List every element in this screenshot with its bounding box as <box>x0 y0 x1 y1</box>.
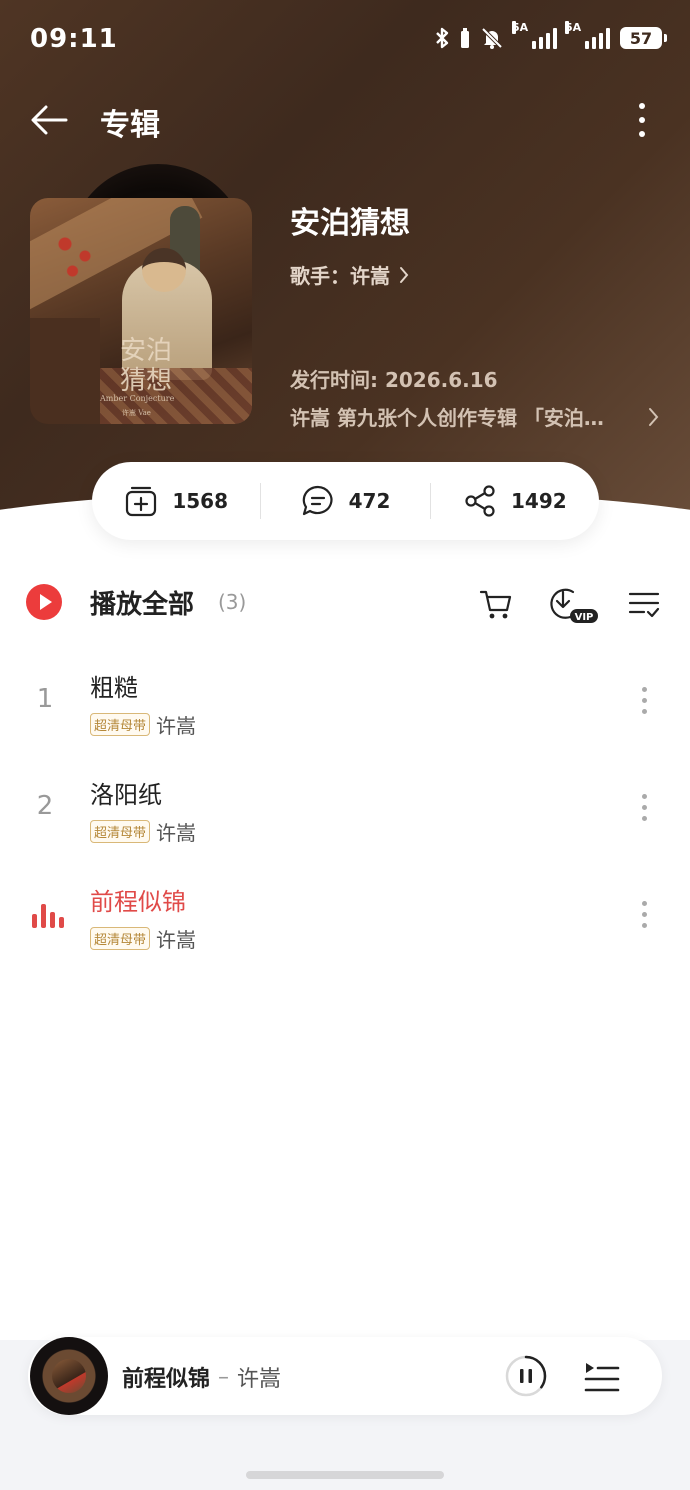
battery-indicator: 57 <box>620 27 667 49</box>
signal-tag-1: 5A <box>512 21 529 34</box>
mini-player-info: 前程似锦 – 许嵩 <box>122 1361 281 1393</box>
artist-label: 歌手：许嵩 <box>290 264 390 288</box>
more-vertical-icon <box>641 900 647 906</box>
mini-player-cover[interactable] <box>30 1337 108 1415</box>
now-playing-equalizer-icon <box>32 904 64 928</box>
share-count: 1492 <box>510 489 567 513</box>
track-artist: 许嵩 <box>156 714 197 738</box>
track-artist: 许嵩 <box>156 821 197 845</box>
album-description-link[interactable]: 许嵩 第九张个人创作专辑 「安泊… <box>290 402 660 431</box>
release-date: 发行时间: 2026.6.16 <box>290 368 498 392</box>
play-all-icon[interactable] <box>26 584 62 620</box>
status-bar: 09:11 5A 5A 57 <box>0 0 690 80</box>
mini-player-artist: 许嵩 <box>237 1367 282 1392</box>
signal-2-icon: 5A <box>565 21 610 49</box>
track-meta: 超清母带 许嵩 <box>90 710 196 739</box>
quality-badge: 超清母带 <box>90 927 151 950</box>
cart-button[interactable] <box>476 584 516 624</box>
track-row[interactable]: 1 粗糙 超清母带 许嵩 <box>0 656 690 746</box>
signal-1-icon: 5A <box>512 21 557 49</box>
comment-icon <box>302 485 333 516</box>
comment-count: 472 <box>348 489 391 513</box>
album-title: 安泊猜想 <box>290 206 410 241</box>
track-title: 粗糙 <box>90 674 138 702</box>
add-to-collection-icon <box>126 486 157 517</box>
more-vertical-icon <box>641 686 647 692</box>
download-vip-icon: VIP <box>550 588 598 623</box>
chevron-right-icon <box>400 266 409 283</box>
pause-progress-icon <box>505 1355 547 1397</box>
vip-download-button[interactable]: VIP <box>546 584 602 624</box>
page-title: 专辑 <box>100 108 160 143</box>
mini-player-separator: – <box>218 1364 230 1390</box>
album-stats-card: 1568 472 1492 <box>92 462 599 540</box>
comments-button[interactable]: 472 <box>261 484 429 518</box>
track-number: 1 <box>36 684 54 714</box>
share-button[interactable]: 1492 <box>431 484 599 518</box>
mute-bell-icon <box>481 27 503 49</box>
track-title: 前程似锦 <box>90 888 186 916</box>
track-number: 2 <box>36 791 54 821</box>
track-more-button[interactable] <box>634 682 654 718</box>
album-cover[interactable]: 安泊 猜想 Amber Conjecture 许嵩 Vae <box>30 198 252 424</box>
playlist-queue-icon <box>584 1363 620 1392</box>
track-more-button[interactable] <box>634 896 654 932</box>
cover-title: 安泊 猜想 <box>119 336 172 396</box>
playlist-queue-button[interactable] <box>582 1357 622 1397</box>
home-indicator[interactable] <box>246 1471 444 1479</box>
collect-button[interactable]: 1568 <box>92 484 260 518</box>
multi-select-icon <box>628 592 660 618</box>
track-title: 洛阳纸 <box>90 781 162 809</box>
more-vertical-icon <box>641 793 647 799</box>
track-row[interactable]: 2 洛阳纸 超清母带 许嵩 <box>0 763 690 853</box>
back-button[interactable] <box>28 98 72 142</box>
status-time: 09:11 <box>30 24 118 54</box>
track-more-button[interactable] <box>634 789 654 825</box>
multi-select-button[interactable] <box>624 584 664 624</box>
mini-player[interactable]: 前程似锦 – 许嵩 <box>28 1337 662 1415</box>
chevron-right-icon <box>649 407 659 426</box>
track-meta: 超清母带 许嵩 <box>90 924 196 953</box>
top-nav: 专辑 <box>0 90 690 150</box>
collect-count: 1568 <box>172 489 228 513</box>
track-row-playing[interactable]: 前程似锦 超清母带 许嵩 <box>0 870 690 960</box>
svg-text:VIP: VIP <box>575 612 594 623</box>
track-count: (3) <box>218 590 247 614</box>
status-icons: 5A 5A 57 <box>434 21 667 50</box>
pause-button[interactable] <box>504 1354 548 1398</box>
track-artist: 许嵩 <box>156 928 197 952</box>
artist-link[interactable]: 歌手：许嵩 <box>290 260 410 289</box>
quality-badge: 超清母带 <box>90 820 151 843</box>
sim-icon <box>461 28 469 48</box>
track-meta: 超清母带 许嵩 <box>90 817 196 846</box>
more-options-button[interactable] <box>620 98 664 142</box>
cart-icon <box>479 590 512 619</box>
more-vertical-icon <box>639 103 645 109</box>
signal-tag-2: 5A <box>565 21 582 34</box>
cover-subtitle: Amber Conjecture <box>100 394 175 403</box>
quality-badge: 超清母带 <box>90 713 151 736</box>
arrow-left-icon <box>31 105 68 135</box>
album-description: 许嵩 第九张个人创作专辑 「安泊… <box>290 406 604 430</box>
bluetooth-icon <box>436 27 449 49</box>
play-all-button[interactable]: 播放全部 <box>90 584 194 621</box>
play-all-row: 播放全部 (3) VIP <box>0 570 690 636</box>
share-icon <box>465 485 495 517</box>
cover-artist: 许嵩 Vae <box>122 409 151 417</box>
mini-player-title: 前程似锦 <box>122 1367 211 1392</box>
